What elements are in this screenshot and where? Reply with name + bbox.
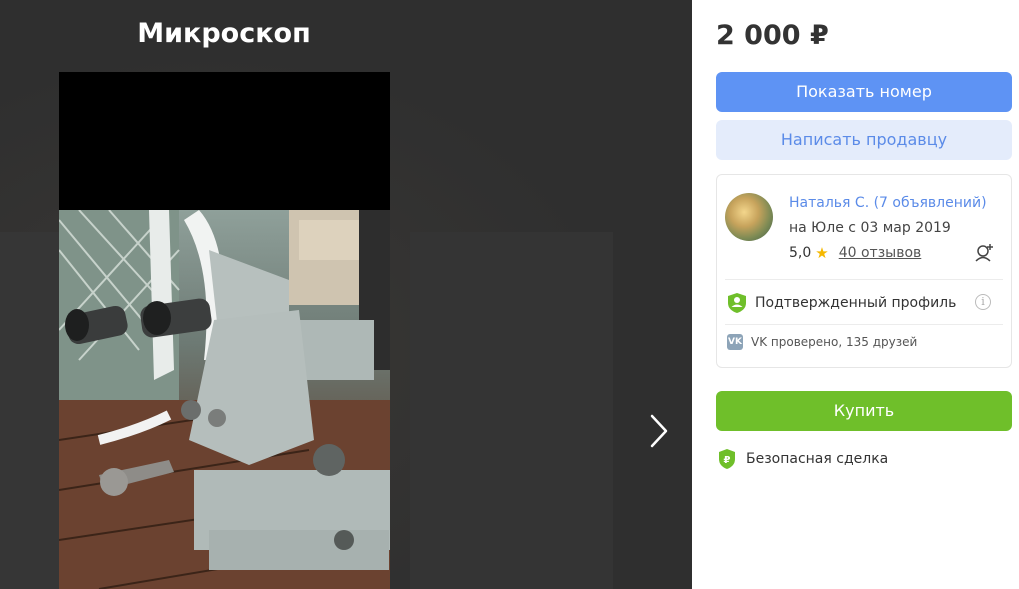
seller-avatar[interactable] xyxy=(725,193,773,241)
product-photo[interactable] xyxy=(59,72,390,589)
gallery-title: Микроскоп xyxy=(137,18,311,49)
info-icon[interactable]: i xyxy=(975,294,991,310)
verified-profile-row: Подтвержденный профиль xyxy=(727,292,956,314)
subscribe-button[interactable] xyxy=(974,241,996,263)
safe-deal-row[interactable]: ₽ Безопасная сделка xyxy=(718,449,888,469)
seller-card: Наталья С. (7 объявлений) на Юле с 03 ма… xyxy=(716,174,1012,368)
divider xyxy=(725,279,1003,280)
chevron-right-icon xyxy=(650,414,668,448)
next-photo-button[interactable] xyxy=(646,412,672,450)
photo-letterbox xyxy=(59,72,390,210)
write-seller-button[interactable]: Написать продавцу xyxy=(716,120,1012,160)
vk-verified-label: VK проверено, 135 друзей xyxy=(751,335,918,349)
seller-since: на Юле с 03 мар 2019 xyxy=(789,220,951,236)
photo-image xyxy=(59,209,390,589)
add-user-icon xyxy=(975,244,993,262)
backdrop-shape xyxy=(410,232,613,589)
vk-verified-row: VK VK проверено, 135 друзей xyxy=(727,334,917,350)
buy-button[interactable]: Купить xyxy=(716,391,1012,431)
product-sidebar: 2 000 ₽ Показать номер Написать продавцу… xyxy=(692,0,1019,589)
microscope-picture xyxy=(59,209,390,589)
seller-rating: 5,0 ★ 40 отзывов xyxy=(789,244,921,262)
show-phone-button[interactable]: Показать номер xyxy=(716,72,1012,112)
safe-deal-shield-icon: ₽ xyxy=(719,449,735,469)
photo-gallery: Микроскоп xyxy=(0,0,692,589)
divider xyxy=(725,324,1003,325)
safe-deal-label: Безопасная сделка xyxy=(746,451,889,467)
backdrop-shape xyxy=(0,232,59,589)
seller-name-link[interactable]: Наталья С. (7 объявлений) xyxy=(789,195,987,211)
vk-icon: VK xyxy=(727,334,743,350)
reviews-link[interactable]: 40 отзывов xyxy=(839,245,922,261)
verified-profile-label: Подтвержденный профиль xyxy=(755,295,957,311)
product-price: 2 000 ₽ xyxy=(716,20,829,51)
star-icon: ★ xyxy=(815,244,829,262)
shield-check-icon xyxy=(728,293,746,313)
rating-value: 5,0 xyxy=(789,245,812,261)
svg-text:₽: ₽ xyxy=(724,455,731,466)
